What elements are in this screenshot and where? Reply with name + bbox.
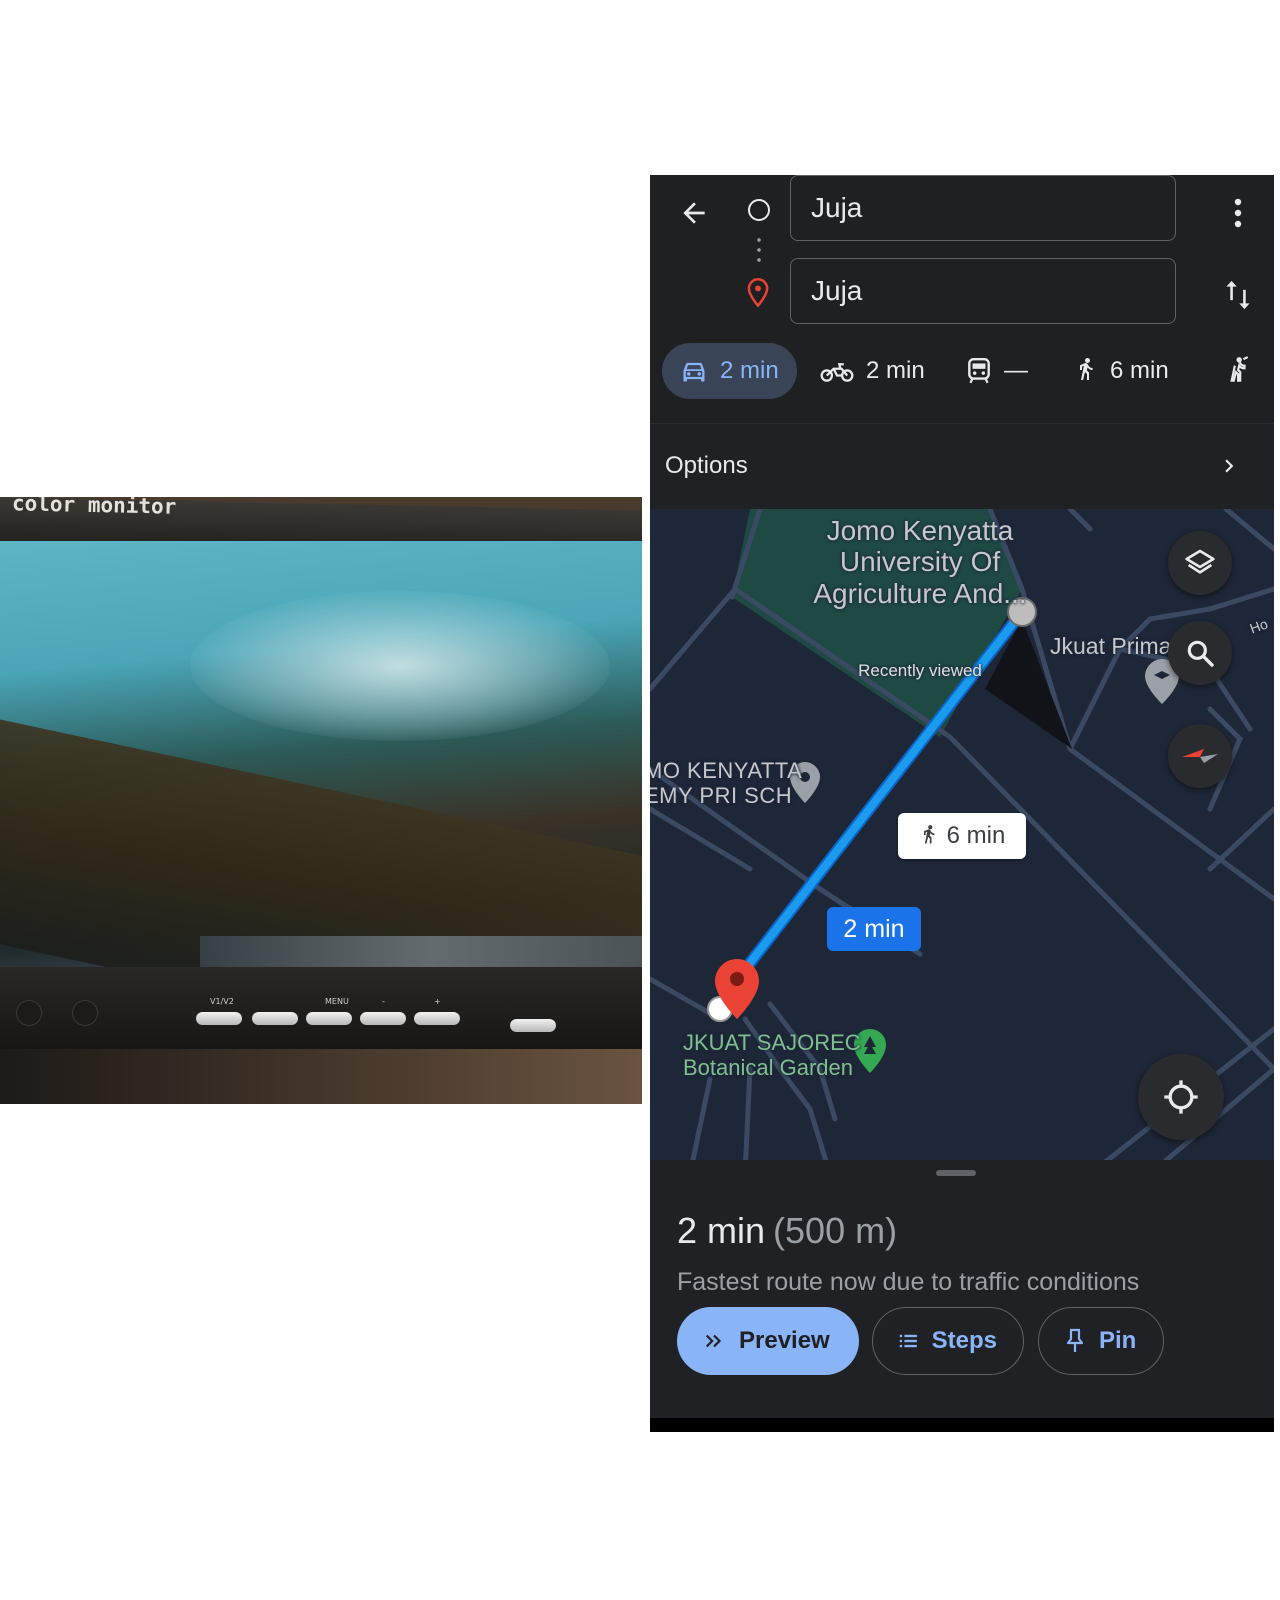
car-icon [683, 362, 705, 382]
monitor-button-label: - [382, 997, 385, 1006]
preview-label: Preview [739, 1327, 830, 1354]
route-summary: 2 min (500 m) [677, 1210, 897, 1252]
walk-icon [1080, 358, 1093, 380]
route-distance: (500 m) [773, 1210, 898, 1251]
place-label-prima[interactable]: Jkuat Prima [1050, 633, 1171, 660]
pushpin-icon [1066, 1328, 1084, 1352]
garden-label-line1: JKUAT SAJOREC [683, 1030, 861, 1055]
monitor-knob [16, 1000, 42, 1026]
maps-screen: Juja Juja 2 min 2 min — 6 min Options Jo… [650, 175, 1274, 1432]
pin-button[interactable]: Pin [1038, 1307, 1164, 1375]
destination-field[interactable]: Juja [790, 258, 1176, 324]
layers-icon[interactable] [1168, 531, 1232, 595]
route-duration: 2 min [677, 1210, 766, 1251]
monitor-screen [0, 541, 642, 1076]
pin-label: Pin [1099, 1327, 1137, 1354]
destination-pin-icon [744, 277, 772, 309]
directions-header: Juja Juja 2 min 2 min — 6 min [650, 175, 1274, 425]
options-row[interactable]: Options [650, 423, 1274, 509]
steps-button[interactable]: Steps [872, 1307, 1024, 1375]
origin-circle-icon [748, 199, 770, 221]
route-summary-sheet[interactable]: 2 min (500 m) Fastest route now due to tr… [650, 1160, 1274, 1432]
route-map[interactable]: Jomo Kenyatta University Of Agriculture … [650, 509, 1274, 1174]
route-connector [757, 235, 761, 265]
monitor-button [196, 1012, 242, 1025]
origin-field[interactable]: Juja [790, 175, 1176, 241]
monitor-button-label: + [434, 997, 441, 1006]
mode-transit[interactable]: — [948, 343, 1046, 399]
walk-time-chip[interactable]: 6 min [898, 813, 1026, 859]
monitor-brand-text: color monitor [11, 497, 177, 519]
table-surface [0, 1049, 642, 1104]
mode-drive-label: 2 min [720, 357, 779, 384]
drag-handle[interactable] [936, 1170, 976, 1176]
compass-icon[interactable] [1168, 724, 1232, 788]
monitor-power-button [510, 1019, 556, 1032]
system-nav-bar [650, 1418, 1274, 1432]
drive-time-chip[interactable]: 2 min [827, 907, 921, 951]
options-label: Options [665, 452, 748, 479]
place-label-garden[interactable]: JKUAT SAJOREC Botanical Garden [683, 1030, 861, 1080]
list-icon [899, 1334, 917, 1348]
transit-icon [968, 357, 990, 384]
swap-vertical-icon[interactable] [1220, 271, 1256, 319]
motorcycle-icon [820, 363, 854, 382]
ride-icon [1230, 356, 1249, 382]
place-label-school[interactable]: MO KENYATTA EMY PRI SCH [650, 758, 803, 808]
chevron-right-icon [1216, 452, 1242, 480]
monitor-button [360, 1012, 406, 1025]
monitor-photo: color monitor V1/V2 MENU - + [0, 497, 642, 1104]
walk-chip-label: 6 min [946, 822, 1006, 849]
place-label-jkuat[interactable]: Jomo Kenyatta University Of Agriculture … [800, 515, 1040, 609]
arrow-left-icon[interactable] [670, 189, 718, 237]
preview-button[interactable]: Preview [677, 1307, 859, 1375]
mode-walk[interactable]: 6 min [1056, 343, 1187, 399]
walk-icon [923, 825, 935, 844]
mode-ride[interactable] [1206, 343, 1268, 399]
monitor-knob [72, 1000, 98, 1026]
mode-drive[interactable]: 2 min [662, 343, 797, 399]
sky-glare [190, 591, 610, 741]
mode-transit-label: — [1004, 357, 1028, 384]
route-reason: Fastest route now due to traffic conditi… [677, 1268, 1140, 1296]
monitor-button [306, 1012, 352, 1025]
more-vertical-icon[interactable] [1220, 189, 1256, 237]
my-location-icon[interactable] [1138, 1054, 1224, 1140]
monitor-button-label: MENU [325, 997, 349, 1006]
travel-mode-bar: 2 min 2 min — 6 min [650, 343, 1274, 399]
mode-walk-label: 6 min [1110, 357, 1169, 384]
monitor-button-label: V1/V2 [210, 997, 234, 1006]
recently-viewed-label: Recently viewed [858, 661, 982, 680]
mode-motorcycle-label: 2 min [866, 357, 925, 384]
search-icon[interactable] [1168, 621, 1232, 685]
double-chevron-icon [705, 1334, 722, 1348]
monitor-button [414, 1012, 460, 1025]
monitor-button [252, 1012, 298, 1025]
mode-motorcycle[interactable]: 2 min [802, 343, 943, 399]
garden-label-line2: Botanical Garden [683, 1054, 853, 1080]
steps-label: Steps [931, 1327, 997, 1354]
school-label-line1: MO KENYATTA [650, 758, 803, 783]
school-label-line2: EMY PRI SCH [650, 782, 793, 808]
